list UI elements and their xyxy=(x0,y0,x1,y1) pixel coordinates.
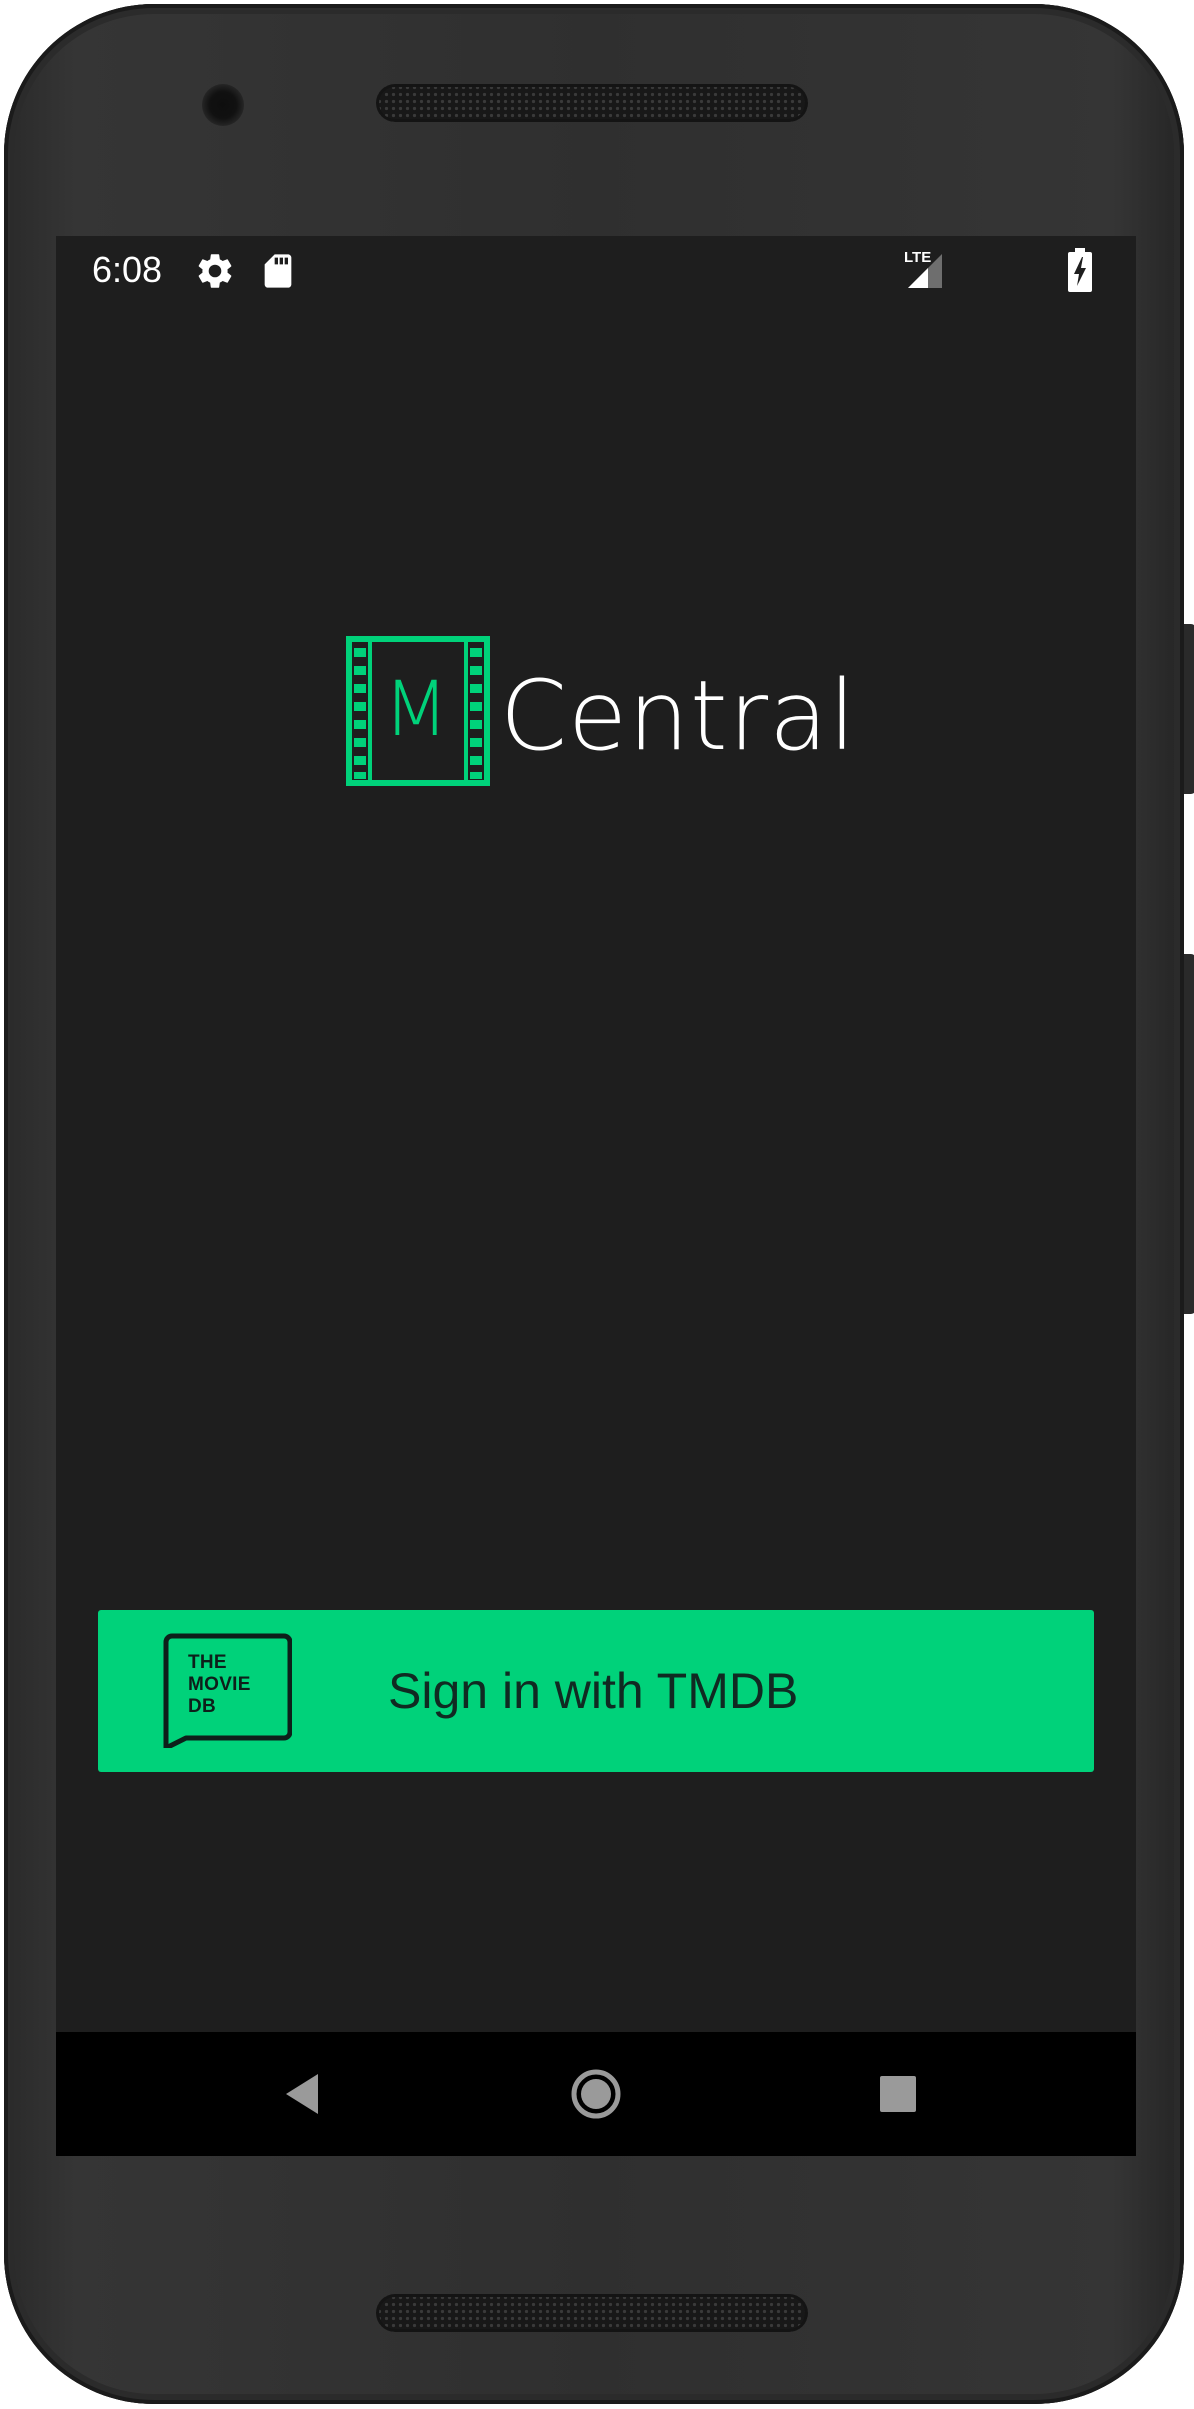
tmdb-badge-text: THE MOVIE DB xyxy=(188,1652,251,1717)
system-navigation-bar xyxy=(56,2032,1136,2156)
power-button xyxy=(1184,624,1194,794)
top-speaker-grille xyxy=(376,84,808,122)
app-logo: M Central xyxy=(346,636,866,796)
sign-in-with-tmdb-button[interactable]: THE MOVIE DB Sign in with TMDB xyxy=(98,1610,1094,1772)
volume-button xyxy=(1184,954,1194,1314)
recents-square-icon[interactable] xyxy=(868,2064,928,2124)
bottom-speaker-grille xyxy=(376,2294,808,2332)
battery-charging-icon xyxy=(1068,248,1092,292)
sd-card-icon xyxy=(264,254,292,288)
logo-wordmark: Central xyxy=(500,660,857,772)
status-time: 6:08 xyxy=(92,249,163,290)
logo-monogram: M xyxy=(383,664,449,753)
tmdb-logo-badge: THE MOVIE DB xyxy=(160,1632,292,1748)
phone-device-frame: 6:08 LTE M Central THE MOVIE DB Sign in … xyxy=(4,4,1194,2404)
home-circle-icon[interactable] xyxy=(566,2064,626,2124)
front-camera xyxy=(202,84,244,126)
settings-gear-icon xyxy=(198,254,232,288)
sign-in-button-label: Sign in with TMDB xyxy=(388,1663,799,1719)
app-screen: 6:08 LTE M Central THE MOVIE DB Sign in … xyxy=(56,236,1136,2156)
back-triangle-icon[interactable] xyxy=(274,2064,334,2124)
lte-signal-icon xyxy=(908,254,942,288)
status-bar: 6:08 LTE xyxy=(56,236,1136,308)
